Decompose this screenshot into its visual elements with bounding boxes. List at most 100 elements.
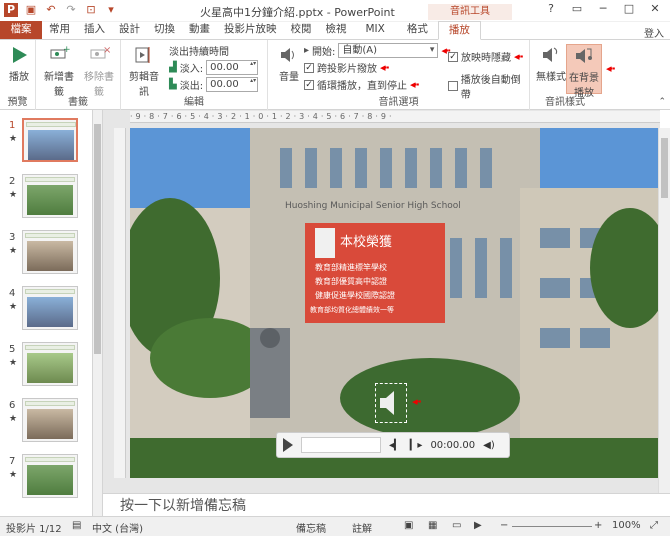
- fade-in-row: ▟ 淡入: 00.00: [169, 60, 259, 75]
- pointer-arrow-loop: ◂··: [410, 78, 420, 91]
- vertical-ruler: [114, 128, 126, 478]
- minimize-icon[interactable]: ─: [592, 2, 614, 18]
- tab-design[interactable]: 設計: [112, 21, 147, 39]
- add-bookmark-button[interactable]: + 新增書籤: [40, 44, 78, 98]
- horizontal-ruler: ·9·8·7·6·5·4·3·2·1·0·1·2·3·4·5·6·7·8·9·: [130, 111, 660, 123]
- svg-text:+: +: [63, 45, 70, 55]
- spellcheck-icon[interactable]: ▤: [72, 520, 81, 531]
- tab-insert[interactable]: 插入: [77, 21, 112, 39]
- slide-thumb-4[interactable]: 4 ★: [0, 286, 92, 338]
- close-icon[interactable]: ✕: [644, 2, 666, 18]
- audio-player-controls: ◂▎ ▎▸ 00:00.00 ◀): [276, 432, 510, 458]
- start-dropdown[interactable]: 自動(A): [338, 43, 439, 58]
- slide-scrollbar[interactable]: [658, 128, 670, 493]
- reading-view-icon[interactable]: ▭: [452, 520, 461, 531]
- hide-row: ✓ 放映時隱藏 ◂··: [448, 50, 524, 64]
- tab-home[interactable]: 常用: [42, 21, 77, 39]
- rewind-checkbox[interactable]: [448, 81, 458, 91]
- media-time: 00:00.00: [430, 439, 476, 451]
- quick-access-toolbar: P ▣ ↶ ↷ ⊡ ▾: [4, 3, 118, 17]
- zoom-out-icon[interactable]: −: [500, 520, 508, 531]
- loop-checkbox[interactable]: ✓: [304, 79, 314, 90]
- transition-star-icon: ★: [9, 246, 18, 256]
- notes-pane[interactable]: 按一下以新增備忘稿: [103, 493, 670, 517]
- banner-title: 本校榮獲: [340, 234, 392, 250]
- fade-out-spinner[interactable]: 00.00: [206, 77, 259, 92]
- login-link[interactable]: 登入: [644, 25, 664, 40]
- help-icon[interactable]: ?: [540, 2, 562, 18]
- fade-in-spinner[interactable]: 00.00: [206, 60, 259, 75]
- pointer-arrow-cross: ◂··: [380, 61, 390, 74]
- media-volume-icon[interactable]: ◀): [483, 440, 495, 451]
- play-button[interactable]: 播放: [0, 44, 38, 83]
- fit-slide-icon[interactable]: ⤢: [650, 520, 658, 531]
- audio-icon-selected[interactable]: [375, 383, 407, 423]
- slide-thumbnail-image: [22, 174, 78, 218]
- maximize-icon[interactable]: □: [618, 2, 640, 18]
- qat-customize-icon[interactable]: ▾: [104, 3, 118, 17]
- slide-thumb-2[interactable]: 2 ★: [0, 174, 92, 226]
- tab-animations[interactable]: 動畫: [182, 21, 217, 39]
- tab-review[interactable]: 校閱: [284, 21, 319, 39]
- thumbnail-scrollbar[interactable]: [93, 110, 103, 516]
- undo-icon[interactable]: ↶: [44, 3, 58, 17]
- comments-button[interactable]: 註解: [352, 520, 372, 535]
- tab-format[interactable]: 格式: [397, 21, 438, 39]
- tab-view[interactable]: 檢視: [319, 21, 354, 39]
- group-label-audio-options: 音訊選項: [378, 97, 419, 108]
- trim-audio-icon: [135, 47, 150, 63]
- media-progress-track[interactable]: [301, 437, 381, 453]
- loop-row: ✓ 循環播放，直到停止 ◂··: [304, 78, 420, 92]
- slide-thumbnail-image: [22, 342, 78, 386]
- no-style-icon: [543, 47, 558, 62]
- building-sign: Huoshing Municipal Senior High School: [285, 201, 461, 211]
- cross-slides-row: ✓ 跨投影片撥放 ◂··: [304, 61, 390, 75]
- media-forward-icon[interactable]: ▎▸: [410, 440, 423, 451]
- slideshow-icon[interactable]: ▶: [474, 520, 482, 531]
- slide-thumb-3[interactable]: 3 ★: [0, 230, 92, 282]
- redo-icon[interactable]: ↷: [64, 3, 78, 17]
- slide-thumbnail-image: [22, 454, 78, 498]
- tab-playback[interactable]: 播放: [437, 21, 481, 40]
- tab-slideshow[interactable]: 投影片放映: [217, 21, 284, 39]
- normal-view-icon[interactable]: ▣: [404, 520, 413, 531]
- no-style-button[interactable]: 無樣式: [532, 44, 570, 83]
- slide-sorter-icon[interactable]: ▦: [428, 520, 437, 531]
- group-label-bookmarks: 書籤: [68, 97, 88, 108]
- ribbon-tabs: 檔案 常用 插入 設計 切換 動畫 投影片放映 校閱 檢視 MIX 格式 播放: [0, 21, 670, 40]
- notes-button[interactable]: 備忘稿: [296, 520, 326, 535]
- zoom-level[interactable]: 100%: [612, 520, 641, 531]
- tab-file[interactable]: 檔案: [0, 21, 42, 39]
- slide-thumbnail-pane: 1 ★ 2 ★ 3 ★ 4 ★ 5 ★ 6 ★ 7 ★: [0, 110, 93, 516]
- cross-slides-checkbox[interactable]: ✓: [304, 62, 314, 73]
- slide-canvas[interactable]: 本校榮獲 教育部精進標竿學校 教育部優質高中認證 健康促進學校國際認證 教育部均…: [130, 128, 658, 478]
- group-edit: 剪輯音訊 淡出持續時間 ▟ 淡入: 00.00 ▙ 淡出: 00.00 編輯: [121, 40, 268, 110]
- slide-thumb-6[interactable]: 6 ★: [0, 398, 92, 450]
- school-photo: 本校榮獲 教育部精進標竿學校 教育部優質高中認證 健康促進學校國際認證 教育部均…: [130, 128, 658, 478]
- tab-mix[interactable]: MIX: [354, 21, 397, 39]
- slide-thumb-1[interactable]: 1 ★: [0, 118, 92, 170]
- add-bookmark-icon: +: [50, 45, 70, 59]
- collapse-ribbon-icon[interactable]: ⌃: [658, 97, 666, 107]
- media-back-icon[interactable]: ◂▎: [389, 440, 402, 451]
- transition-star-icon: ★: [9, 358, 18, 368]
- pointer-arrow-hide: ◂··: [514, 50, 524, 63]
- tab-transitions[interactable]: 切換: [147, 21, 182, 39]
- start-from-beginning-icon[interactable]: ⊡: [84, 3, 98, 17]
- zoom-in-icon[interactable]: +: [594, 520, 602, 531]
- play-in-background-button[interactable]: 在背景播放: [566, 44, 602, 99]
- zoom-slider[interactable]: [512, 526, 592, 527]
- transition-star-icon: ★: [9, 302, 18, 312]
- ribbon: 播放 預覽 + 新增書籤 × 移除書籤 書籤 剪輯音訊 淡出持續時間 ▟ 淡入:…: [0, 40, 670, 110]
- slide-thumb-7[interactable]: 7 ★: [0, 454, 92, 506]
- ribbon-display-icon[interactable]: ▭: [566, 2, 588, 18]
- language-indicator[interactable]: 中文 (台灣): [92, 520, 143, 535]
- fade-in-icon: ▟: [169, 62, 177, 73]
- trim-audio-button[interactable]: 剪輯音訊: [125, 44, 163, 98]
- volume-button[interactable]: 音量: [270, 44, 308, 83]
- remove-bookmark-button[interactable]: × 移除書籤: [80, 44, 118, 98]
- hide-checkbox[interactable]: ✓: [448, 51, 458, 62]
- save-icon[interactable]: ▣: [24, 3, 38, 17]
- slide-thumb-5[interactable]: 5 ★: [0, 342, 92, 394]
- media-play-icon[interactable]: [283, 438, 293, 452]
